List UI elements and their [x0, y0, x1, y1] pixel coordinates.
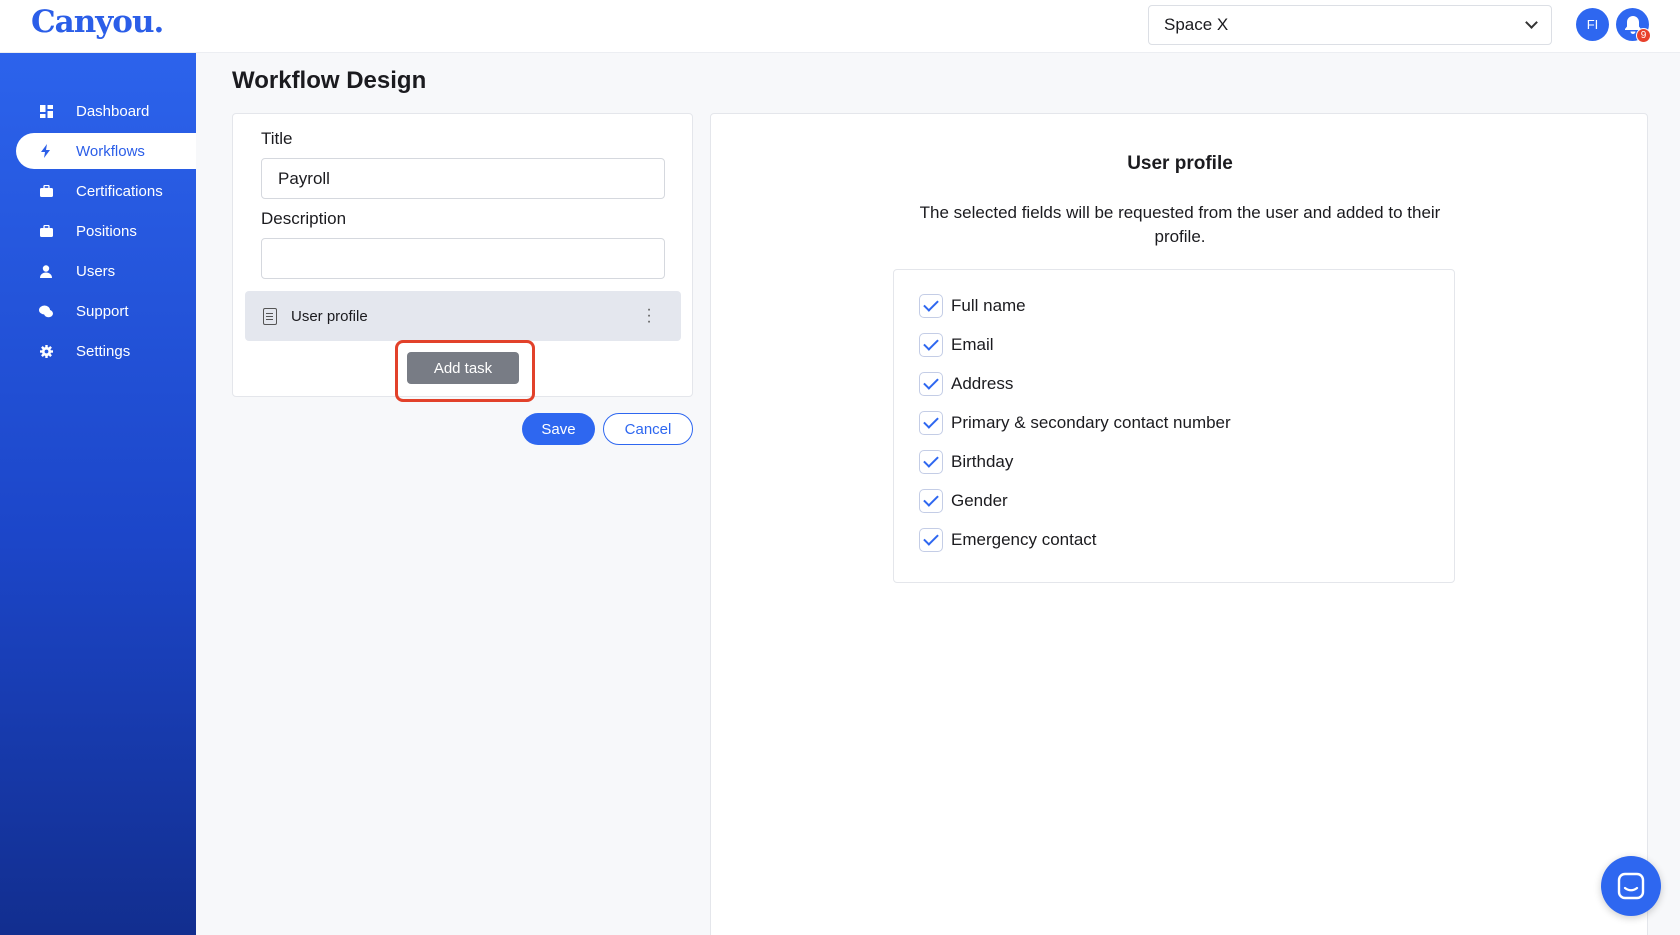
sidebar-item-label: Positions	[76, 222, 137, 240]
sidebar-item-dashboard[interactable]: Dashboard	[16, 93, 196, 129]
user-icon	[39, 264, 53, 278]
sidebar-item-label: Workflows	[76, 142, 145, 160]
sidebar-item-certifications[interactable]: Certifications	[16, 173, 196, 209]
briefcase-icon	[39, 184, 53, 198]
workflow-form-card: Title Description User profile ··· Add t…	[232, 113, 693, 397]
title-label: Title	[261, 129, 293, 148]
sidebar-item-label: Support	[76, 302, 129, 320]
fields-list: Full name Email Address Primary & second…	[893, 269, 1455, 583]
add-task-button[interactable]: Add task	[407, 352, 519, 384]
dashboard-icon	[39, 104, 53, 118]
sidebar-item-positions[interactable]: Positions	[16, 213, 196, 249]
cancel-button[interactable]: Cancel	[603, 413, 693, 445]
field-emergency-contact[interactable]: Emergency contact	[919, 527, 1097, 553]
app-logo[interactable]: Canyou.	[31, 4, 164, 40]
sidebar-item-workflows[interactable]: Workflows	[16, 133, 196, 169]
gear-icon	[39, 344, 53, 358]
field-contact-number[interactable]: Primary & secondary contact number	[919, 410, 1231, 436]
checkbox-checked[interactable]	[919, 528, 943, 552]
sidebar-item-label: Users	[76, 262, 116, 280]
chat-widget-button[interactable]	[1601, 856, 1661, 916]
checkbox-checked[interactable]	[919, 294, 943, 318]
field-address[interactable]: Address	[919, 371, 1013, 397]
lightning-icon	[39, 144, 53, 158]
sidebar-item-users[interactable]: Users	[16, 253, 196, 289]
task-detail-title: User profile	[1127, 153, 1233, 174]
checkbox-checked[interactable]	[919, 411, 943, 435]
task-name: User profile	[291, 307, 368, 325]
sidebar-item-label: Dashboard	[76, 102, 150, 120]
document-icon	[263, 307, 277, 325]
space-selector[interactable]: Space X	[1148, 5, 1552, 45]
space-selector-value: Space X	[1164, 15, 1229, 34]
checkbox-checked[interactable]	[919, 489, 943, 513]
chevron-down-icon	[1525, 16, 1538, 29]
sidebar: Dashboard Workflows Certifications Posit…	[0, 53, 196, 935]
field-label: Full name	[951, 296, 1026, 315]
title-input[interactable]	[261, 158, 665, 199]
notification-badge: 9	[1636, 28, 1651, 43]
checkbox-checked[interactable]	[919, 333, 943, 357]
sidebar-item-label: Settings	[76, 342, 131, 360]
task-item-user-profile[interactable]: User profile · · ·	[245, 291, 681, 341]
task-detail-description: The selected fields will be requested fr…	[919, 203, 1441, 246]
checkbox-checked[interactable]	[919, 450, 943, 474]
description-input[interactable]	[261, 238, 665, 279]
field-birthday[interactable]: Birthday	[919, 449, 1013, 475]
field-gender[interactable]: Gender	[919, 488, 1008, 514]
page-title: Workflow Design	[232, 67, 427, 94]
chat-icon	[1617, 872, 1645, 900]
chat-icon	[39, 304, 53, 318]
description-label: Description	[261, 209, 347, 228]
sidebar-item-support[interactable]: Support	[16, 293, 196, 329]
field-email[interactable]: Email	[919, 332, 994, 358]
top-bar: Canyou. Space X FI 9	[0, 0, 1680, 53]
field-label: Birthday	[951, 452, 1014, 471]
field-full-name[interactable]: Full name	[919, 293, 1026, 319]
task-detail-card: User profile The selected fields will be…	[710, 113, 1648, 935]
field-label: Primary & secondary contact number	[951, 413, 1231, 432]
field-label: Email	[951, 335, 994, 354]
field-label: Address	[951, 374, 1014, 393]
field-label: Emergency contact	[951, 530, 1097, 549]
avatar[interactable]: FI	[1576, 8, 1609, 41]
save-button[interactable]: Save	[522, 413, 595, 445]
sidebar-item-settings[interactable]: Settings	[16, 333, 196, 369]
briefcase-icon	[39, 224, 53, 238]
more-options-icon[interactable]: · · ·	[637, 302, 661, 330]
checkbox-checked[interactable]	[919, 372, 943, 396]
sidebar-item-label: Certifications	[76, 182, 163, 200]
field-label: Gender	[951, 491, 1008, 510]
